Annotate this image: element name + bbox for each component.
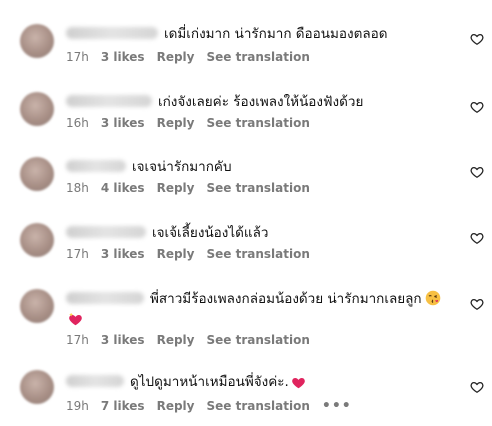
avatar[interactable] [20,223,54,257]
heart-outline-icon[interactable] [470,297,484,311]
comment-time: 19h [66,399,89,413]
username-blurred[interactable] [66,375,124,387]
reply-button[interactable]: Reply [157,50,195,64]
username-blurred[interactable] [66,226,146,238]
sparkling-heart-icon [68,311,83,325]
likes-count[interactable]: 7 likes [101,399,145,413]
comment-meta: 17h 3 likes Reply See translation [66,50,322,64]
comment-time: 18h [66,181,89,195]
avatar[interactable] [20,370,54,404]
see-translation-button[interactable]: See translation [206,247,309,261]
comment-meta: 19h 7 likes Reply See translation ••• [66,398,364,414]
comment-line: เดมี่เก่งมาก น่ารักมาก ดืออนมองตลอด [66,22,388,44]
username-blurred[interactable] [66,292,144,304]
reply-button[interactable]: Reply [157,181,195,195]
comment-line: ดูไปดูมาหน้าเหมือนพี่จังค่ะ. [66,370,306,392]
heart-outline-icon[interactable] [470,380,484,394]
comment-line: เจเจ้เลี้ยงน้องได้แล้ว [66,221,268,243]
see-translation-button[interactable]: See translation [206,50,309,64]
username-blurred[interactable] [66,95,152,107]
comment-text: เจเจน่ารักมากคับ [132,159,232,175]
comment-meta: 17h 3 likes Reply See translation [66,247,322,261]
heart-outline-icon[interactable] [470,165,484,179]
likes-count[interactable]: 3 likes [101,50,145,64]
kissing-face-icon [425,290,441,306]
reply-button[interactable]: Reply [157,247,195,261]
likes-count[interactable]: 4 likes [101,181,145,195]
heart-outline-icon[interactable] [470,100,484,114]
avatar[interactable] [20,92,54,126]
username-blurred[interactable] [66,160,126,172]
comment-meta: 17h 3 likes Reply See translation [66,333,322,347]
reply-button[interactable]: Reply [157,333,195,347]
see-translation-button[interactable]: See translation [206,181,309,195]
see-translation-button[interactable]: See translation [206,399,309,413]
more-options-icon[interactable]: ••• [322,398,352,414]
heart-outline-icon[interactable] [470,231,484,245]
comment-emoji-line [66,307,83,326]
comment-text: เก่งจังเลยค่ะ ร้องเพลงให้น้องฟังด้วย [158,94,364,110]
comment-text: เดมี่เก่งมาก น่ารักมาก ดืออนมองตลอด [164,26,388,42]
heart-outline-icon[interactable] [470,32,484,46]
likes-count[interactable]: 3 likes [101,333,145,347]
comment-meta: 18h 4 likes Reply See translation [66,181,322,195]
reply-button[interactable]: Reply [157,399,195,413]
reply-button[interactable]: Reply [157,116,195,130]
comment-time: 17h [66,247,89,261]
username-blurred[interactable] [66,27,158,39]
comment-time: 16h [66,116,89,130]
comment-text: ดูไปดูมาหน้าเหมือนพี่จังค่ะ. [130,374,289,390]
see-translation-button[interactable]: See translation [206,333,309,347]
comment-time: 17h [66,333,89,347]
avatar[interactable] [20,157,54,191]
comment-line: พี่สาวมีร้องเพลงกล่อมน้องด้วย น่ารักมากเ… [66,287,441,309]
likes-count[interactable]: 3 likes [101,116,145,130]
avatar[interactable] [20,289,54,323]
comment-time: 17h [66,50,89,64]
comment-line: เก่งจังเลยค่ะ ร้องเพลงให้น้องฟังด้วย [66,90,363,112]
see-translation-button[interactable]: See translation [206,116,309,130]
comment-meta: 16h 3 likes Reply See translation [66,116,322,130]
red-heart-icon [291,374,306,389]
comment-text: พี่สาวมีร้องเพลงกล่อมน้องด้วย น่ารักมากเ… [150,291,422,307]
comment-text: เจเจ้เลี้ยงน้องได้แล้ว [152,225,269,241]
avatar[interactable] [20,24,54,58]
comment-line: เจเจน่ารักมากคับ [66,155,232,177]
likes-count[interactable]: 3 likes [101,247,145,261]
